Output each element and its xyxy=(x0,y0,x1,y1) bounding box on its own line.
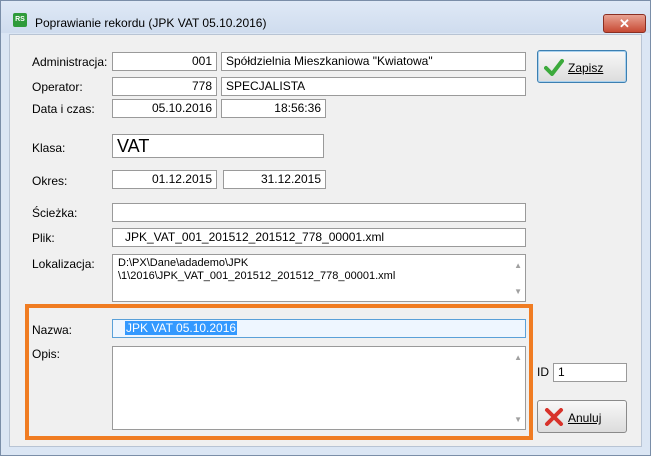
cross-icon xyxy=(544,408,564,429)
nazwa-selected-text: JPK VAT 05.10.2016 xyxy=(125,321,238,335)
operator-label: Operator: xyxy=(32,80,83,94)
opis-label: Opis: xyxy=(32,347,61,361)
close-button[interactable]: ✕ xyxy=(603,14,646,33)
data-czas-label: Data i czas: xyxy=(32,102,95,116)
operator-name-field[interactable]: SPECJALISTA xyxy=(221,77,526,96)
nazwa-label: Nazwa: xyxy=(32,323,73,337)
nazwa-input[interactable]: JPK VAT 05.10.2016 xyxy=(112,319,526,338)
save-button[interactable]: Zapisz xyxy=(537,50,627,83)
checkmark-icon xyxy=(544,58,564,79)
scroll-up-icon[interactable]: ▲ xyxy=(514,259,522,272)
close-icon: ✕ xyxy=(619,16,630,31)
scroll-down-icon[interactable]: ▼ xyxy=(514,413,522,426)
cancel-button[interactable]: Anuluj xyxy=(537,400,627,433)
okres-from-field[interactable]: 01.12.2015 xyxy=(112,170,217,189)
klasa-label: Klasa: xyxy=(32,141,66,155)
administracja-label: Administracja: xyxy=(32,55,108,69)
lokalizacja-textarea[interactable]: D:\PX\Dane\adademo\JPK \1\2016\JPK_VAT_0… xyxy=(112,254,526,302)
sciezka-label: Ścieżka: xyxy=(32,206,78,220)
opis-textarea[interactable]: ▲ ▼ xyxy=(112,346,526,430)
okres-label: Okres: xyxy=(32,174,68,188)
plik-label: Plik: xyxy=(32,231,55,245)
lokalizacja-line-1: D:\PX\Dane\adademo\JPK xyxy=(118,257,249,269)
administracja-code-field[interactable]: 001 xyxy=(112,52,217,71)
okres-to-field[interactable]: 31.12.2015 xyxy=(223,170,326,189)
window-title: Poprawianie rekordu (JPK VAT 05.10.2016) xyxy=(35,16,267,30)
sciezka-field[interactable] xyxy=(112,203,526,222)
form-client-area: Administracja: 001 Spółdzielnia Mieszkan… xyxy=(9,34,642,447)
lokalizacja-line-2: \1\2016\JPK_VAT_001_201512_201512_778_00… xyxy=(118,270,396,282)
scroll-down-icon[interactable]: ▼ xyxy=(514,285,522,298)
date-field[interactable]: 05.10.2016 xyxy=(112,99,217,118)
id-label: ID xyxy=(537,365,549,379)
lokalizacja-label: Lokalizacja: xyxy=(32,257,95,271)
title-bar[interactable]: RS Poprawianie rekordu (JPK VAT 05.10.20… xyxy=(1,1,650,33)
id-field[interactable]: 1 xyxy=(553,363,627,382)
save-label: Zapisz xyxy=(568,61,604,75)
time-field[interactable]: 18:56:36 xyxy=(221,99,326,118)
scroll-up-icon[interactable]: ▲ xyxy=(514,351,522,364)
cancel-label: Anuluj xyxy=(568,411,602,425)
administracja-name-field[interactable]: Spółdzielnia Mieszkaniowa "Kwiatowa" xyxy=(221,52,526,71)
app-icon: RS xyxy=(13,13,27,27)
operator-code-field[interactable]: 778 xyxy=(112,77,217,96)
klasa-field[interactable]: VAT xyxy=(112,134,324,158)
plik-field[interactable]: JPK_VAT_001_201512_201512_778_00001.xml xyxy=(112,228,526,247)
dialog-window: RS Poprawianie rekordu (JPK VAT 05.10.20… xyxy=(0,0,651,456)
